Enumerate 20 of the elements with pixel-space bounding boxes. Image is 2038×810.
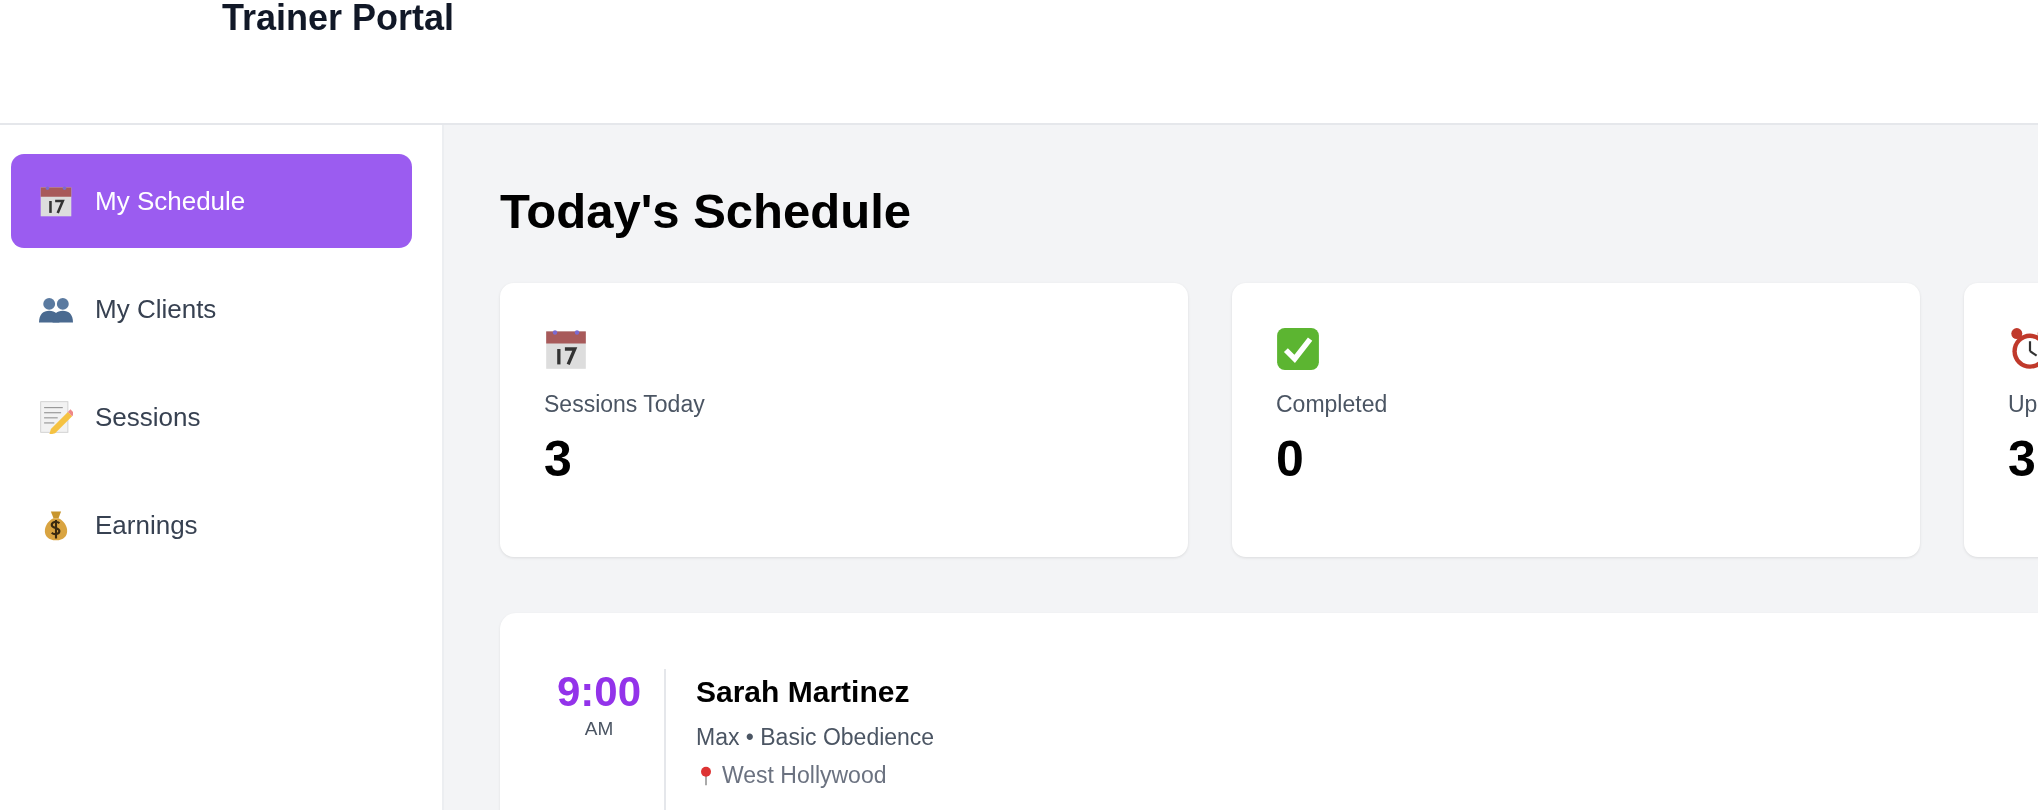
client-name: Sarah Martinez [696, 673, 911, 710]
stat-label: Completed [1276, 389, 1389, 419]
calendar-icon [39, 184, 73, 218]
session-time: 9:00 [555, 668, 643, 716]
sidebar-item[interactable]: My Clients [11, 262, 412, 356]
checkmark-icon [1276, 326, 1320, 371]
memo-icon [39, 400, 73, 434]
sidebar-item[interactable]: Earnings [11, 478, 412, 572]
stat-value: 3 [544, 430, 573, 490]
session-location: West Hollywood [722, 761, 887, 791]
session-meridiem: AM [583, 717, 615, 742]
sidebar-item[interactable]: My Schedule [11, 154, 412, 248]
page-heading: Today's Schedule [500, 185, 913, 239]
stat-value: 0 [1276, 430, 1305, 490]
stat-value: 3 [2008, 430, 2037, 490]
session-details: Max • Basic Obedience [696, 722, 935, 752]
stat-label: Up [2008, 389, 2038, 419]
stat-label: Sessions Today [544, 389, 706, 419]
sidebar-item[interactable]: Sessions [11, 370, 412, 464]
portal-title: Trainer Portal [222, 0, 456, 36]
